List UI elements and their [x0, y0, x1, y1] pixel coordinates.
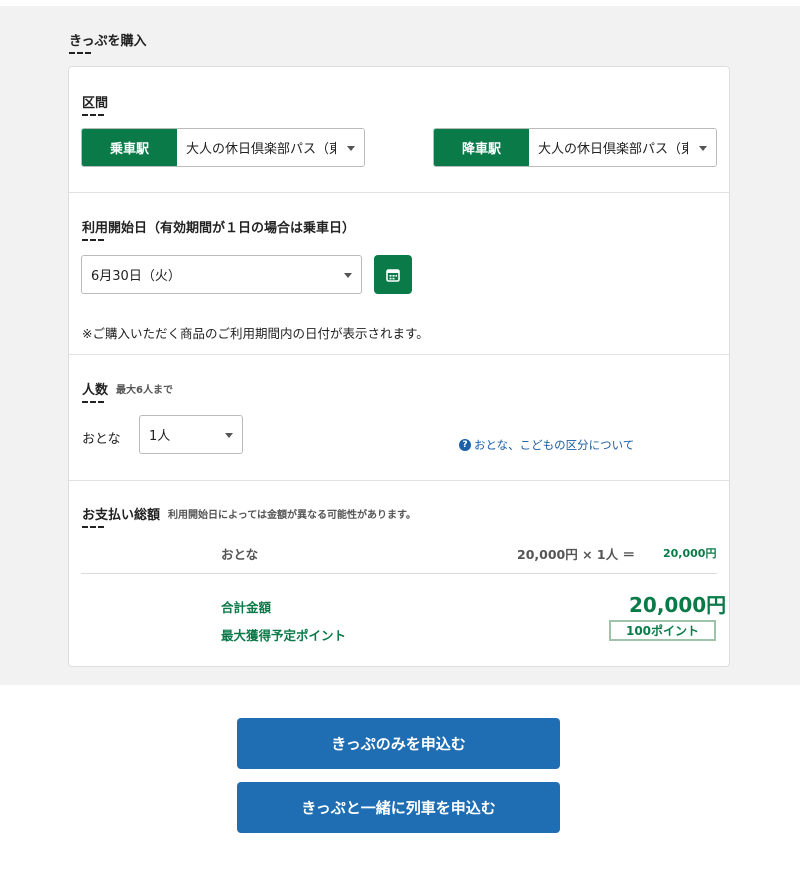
chevron-down-icon — [347, 145, 355, 151]
alighting-station-select[interactable]: 降車駅 大人の休日倶楽部パス（東 — [433, 128, 717, 167]
fare-subtotal: 20,000円 — [663, 547, 717, 560]
alighting-station-value: 大人の休日倶楽部パス（東 — [538, 142, 688, 157]
help-icon: ? — [459, 439, 471, 451]
adult-count-select[interactable]: 1人 — [139, 415, 243, 454]
age-category-help-link[interactable]: ? おとな、こどもの区分について — [459, 437, 634, 453]
apply-ticket-with-train-button[interactable]: きっぷと一緒に列車を申込む — [237, 782, 560, 833]
fare-calculation: 20,000円 × 1人 ＝ — [517, 547, 635, 562]
help-link-label: おとな、こどもの区分について — [474, 438, 635, 452]
date-note: ※ご購入いただく商品のご利用期間内の日付が表示されます。 — [82, 326, 429, 341]
total-amount: 20,000円 — [629, 593, 727, 617]
divider — [81, 573, 717, 574]
points-label: 最大獲得予定ポイント — [221, 628, 347, 643]
chevron-down-icon — [699, 145, 707, 151]
payment-section: お支払い総額 利用開始日によっては金額が異なる可能性があります。 おとな 20,… — [69, 481, 729, 668]
alighting-station-label: 降車駅 — [434, 129, 529, 166]
start-date-value: 6月30日（火） — [91, 269, 181, 284]
payment-title: お支払い総額 利用開始日によっては金額が異なる可能性があります。 — [82, 504, 416, 528]
start-date-select[interactable]: 6月30日（火） — [81, 255, 362, 294]
adult-count-value: 1人 — [149, 429, 171, 444]
total-label: 合計金額 — [221, 600, 272, 615]
chevron-down-icon — [225, 432, 233, 438]
boarding-station-select[interactable]: 乗車駅 大人の休日倶楽部パス（東 — [81, 128, 365, 167]
calendar-icon — [386, 268, 400, 282]
boarding-station-label: 乗車駅 — [82, 129, 177, 166]
page-title: きっぷを購入 — [69, 30, 146, 54]
people-title: 人数 最大6人まで — [82, 379, 173, 403]
purchase-panel: きっぷを購入 区間 乗車駅 大人の休日倶楽部パス（東 降車駅 大人の休日倶楽部パ… — [0, 6, 800, 685]
date-section: 利用開始日（有効期間が１日の場合は乗車日） 6月30日（火） ※ご購入いただく商… — [69, 193, 729, 355]
apply-ticket-only-button[interactable]: きっぷのみを申込む — [237, 718, 560, 769]
date-title: 利用開始日（有効期間が１日の場合は乗車日） — [82, 217, 355, 241]
chevron-down-icon — [344, 272, 352, 278]
route-title: 区間 — [82, 92, 108, 116]
adult-label: おとな — [82, 432, 121, 447]
people-section: 人数 最大6人まで おとな 1人 ? おとな、こどもの区分について — [69, 355, 729, 481]
adult-fare-label: おとな — [221, 547, 259, 562]
points-value: 100ポイント — [609, 620, 716, 641]
people-limit: 最大6人まで — [116, 385, 173, 396]
route-section: 区間 乗車駅 大人の休日倶楽部パス（東 降車駅 大人の休日倶楽部パス（東 — [69, 67, 729, 193]
boarding-station-value: 大人の休日倶楽部パス（東 — [186, 142, 336, 157]
payment-note: 利用開始日によっては金額が異なる可能性があります。 — [168, 510, 417, 521]
calendar-button[interactable] — [374, 255, 412, 294]
purchase-form-card: 区間 乗車駅 大人の休日倶楽部パス（東 降車駅 大人の休日倶楽部パス（東 利用開… — [68, 66, 730, 667]
